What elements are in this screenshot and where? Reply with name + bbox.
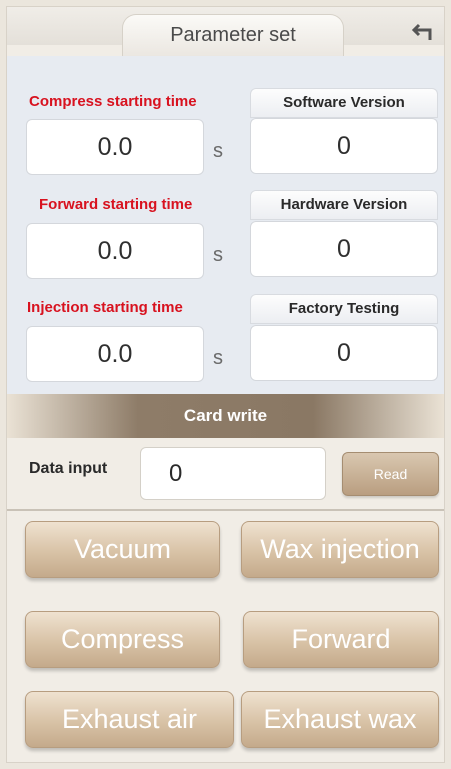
exhaust-wax-button[interactable]: Exhaust wax bbox=[241, 691, 439, 748]
compress-time-field[interactable]: 0.0 bbox=[26, 119, 204, 175]
card-write-header: Card write bbox=[7, 394, 444, 438]
data-input-label: Data input bbox=[29, 460, 108, 477]
vacuum-button[interactable]: Vacuum bbox=[25, 521, 220, 578]
section-divider bbox=[7, 509, 444, 511]
compress-time-unit: s bbox=[213, 140, 223, 162]
forward-time-field[interactable]: 0.0 bbox=[26, 223, 204, 279]
software-version-value: 0 bbox=[250, 118, 438, 174]
forward-time-label: Forward starting time bbox=[39, 196, 193, 213]
injection-time-field[interactable]: 0.0 bbox=[26, 326, 204, 382]
forward-time-unit: s bbox=[213, 244, 223, 266]
exhaust-air-button[interactable]: Exhaust air bbox=[25, 691, 234, 748]
read-button[interactable]: Read bbox=[342, 452, 439, 496]
compress-time-label: Compress starting time bbox=[29, 93, 197, 110]
wax-injection-button[interactable]: Wax injection bbox=[241, 521, 439, 578]
hardware-version-value: 0 bbox=[250, 221, 438, 277]
back-arrow-icon[interactable] bbox=[410, 22, 434, 42]
injection-time-unit: s bbox=[213, 347, 223, 369]
compress-button[interactable]: Compress bbox=[25, 611, 220, 668]
page-title: Parameter set bbox=[122, 14, 344, 56]
factory-testing-label: Factory Testing bbox=[250, 294, 438, 324]
hardware-version-label: Hardware Version bbox=[250, 190, 438, 220]
injection-time-label: Injection starting time bbox=[27, 299, 183, 316]
forward-button[interactable]: Forward bbox=[243, 611, 439, 668]
factory-testing-value[interactable]: 0 bbox=[250, 325, 438, 381]
data-input-field[interactable]: 0 bbox=[140, 447, 326, 500]
software-version-label: Software Version bbox=[250, 88, 438, 118]
